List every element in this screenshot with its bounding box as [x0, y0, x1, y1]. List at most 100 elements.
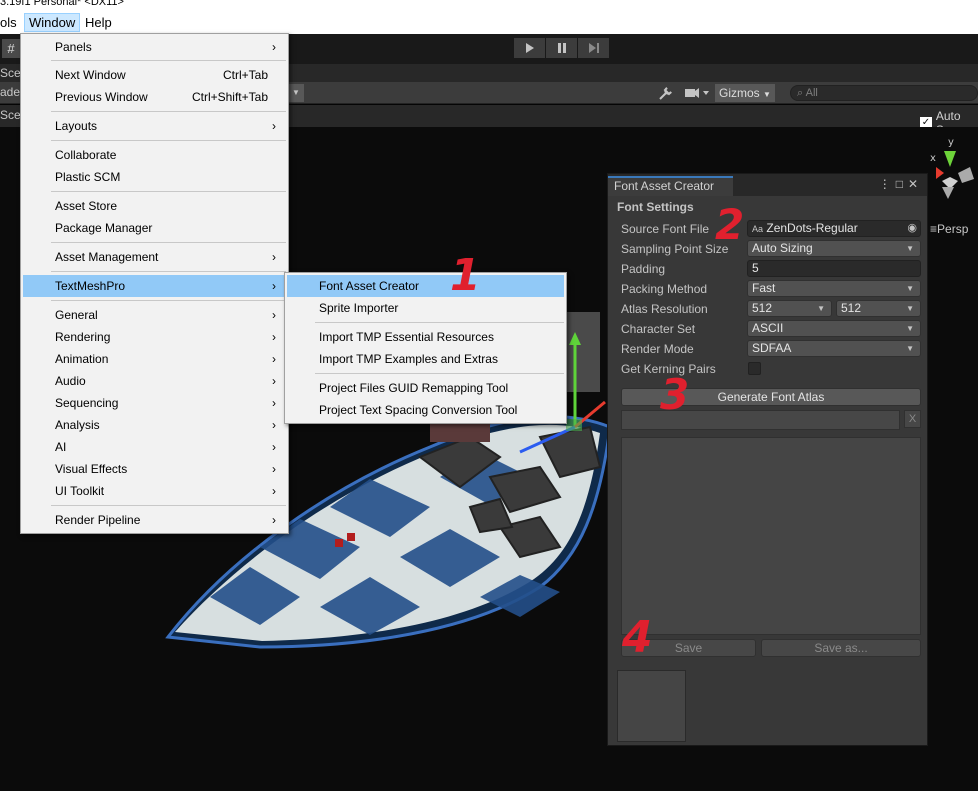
- character-set-dropdown[interactable]: ASCII: [747, 320, 921, 337]
- object-picker-icon[interactable]: ◉: [907, 221, 917, 236]
- padding-label: Padding: [621, 262, 666, 276]
- tools-icon[interactable]: [658, 84, 674, 102]
- packing-method-dropdown[interactable]: Fast: [747, 280, 921, 297]
- menu-separator: [51, 111, 286, 112]
- window-title: 3.19f1 Personal* <DX11>: [0, 0, 124, 8]
- step-button[interactable]: [578, 38, 610, 58]
- menu-item-package-manager[interactable]: Package Manager: [23, 217, 286, 239]
- textmeshpro-submenu: Font Asset Creator Sprite Importer Impor…: [284, 272, 567, 424]
- menu-separator: [51, 505, 286, 506]
- menu-separator: [51, 60, 286, 61]
- chevron-right-icon: ›: [272, 418, 276, 432]
- pause-button[interactable]: [546, 38, 578, 58]
- chevron-right-icon: ›: [272, 330, 276, 344]
- render-mode-dropdown[interactable]: SDFAA: [747, 340, 921, 357]
- character-set-label: Character Set: [621, 322, 696, 336]
- render-mode-label: Render Mode: [621, 342, 694, 356]
- menu-separator: [315, 322, 564, 323]
- chevron-down-icon: ▼: [763, 90, 771, 99]
- submenu-item-sprite-importer[interactable]: Sprite Importer: [287, 297, 564, 319]
- menu-item-render-pipeline[interactable]: Render Pipeline ›: [23, 509, 286, 531]
- menu-item-next-window[interactable]: Next Window Ctrl+Tab: [23, 64, 286, 86]
- pause-icon: [557, 43, 566, 53]
- chevron-right-icon: ›: [272, 308, 276, 322]
- font-asset-creator-tab[interactable]: Font Asset Creator: [608, 176, 733, 196]
- shading-mode-label[interactable]: ade: [0, 85, 20, 99]
- title-bar: 3.19f1 Personal* <DX11>: [0, 0, 978, 10]
- submenu-item-font-asset-creator[interactable]: Font Asset Creator: [287, 275, 564, 297]
- submenu-item-import-tmp-examples[interactable]: Import TMP Examples and Extras: [287, 348, 564, 370]
- svg-text:x: x: [930, 153, 936, 164]
- annotation-3: 3: [660, 370, 690, 419]
- annotation-2: 2: [715, 200, 745, 249]
- menu-item-asset-store[interactable]: Asset Store: [23, 195, 286, 217]
- menu-item-general[interactable]: General ›: [23, 304, 286, 326]
- menu-item-panels[interactable]: Panels ›: [23, 36, 286, 58]
- chevron-right-icon: ›: [272, 396, 276, 410]
- get-kerning-pairs-checkbox[interactable]: [748, 362, 761, 375]
- menu-item-ai[interactable]: AI ›: [23, 436, 286, 458]
- submenu-item-guid-remapping[interactable]: Project Files GUID Remapping Tool: [287, 377, 564, 399]
- unity-editor-screenshot: 3.19f1 Personal* <DX11> ols Window Help …: [0, 0, 978, 791]
- menu-item-audio[interactable]: Audio ›: [23, 370, 286, 392]
- menu-item-analysis[interactable]: Analysis ›: [23, 414, 286, 436]
- grid-icon[interactable]: #: [2, 39, 20, 58]
- svg-text:y: y: [948, 137, 954, 148]
- chevron-right-icon: ›: [272, 40, 276, 54]
- submenu-item-text-spacing-conversion[interactable]: Project Text Spacing Conversion Tool: [287, 399, 564, 421]
- scene-search-input[interactable]: ⌕ All: [790, 85, 978, 101]
- font-settings-heading: Font Settings: [617, 200, 694, 214]
- menu-item-animation[interactable]: Animation ›: [23, 348, 286, 370]
- gizmos-button[interactable]: Gizmos ▼: [715, 84, 775, 102]
- menu-separator: [315, 373, 564, 374]
- font-asset-creator-window: Font Asset Creator ⋮□✕ Font Settings Sou…: [607, 173, 928, 746]
- window-buttons: ⋮□✕: [879, 177, 923, 191]
- sampling-point-size-dropdown[interactable]: Auto Sizing: [747, 240, 921, 257]
- menu-item-sequencing[interactable]: Sequencing ›: [23, 392, 286, 414]
- chevron-right-icon: ›: [272, 119, 276, 133]
- chevron-right-icon: ›: [272, 352, 276, 366]
- menu-item-collaborate[interactable]: Collaborate: [23, 144, 286, 166]
- menu-tools[interactable]: ols: [0, 13, 21, 32]
- menu-separator: [51, 191, 286, 192]
- orientation-gizmo-icon[interactable]: y x: [928, 137, 978, 207]
- menu-help[interactable]: Help: [81, 13, 116, 32]
- menu-item-plastic-scm[interactable]: Plastic SCM: [23, 166, 286, 188]
- camera-icon[interactable]: [684, 84, 710, 102]
- chevron-right-icon: ›: [272, 250, 276, 264]
- window-tab-header: Font Asset Creator ⋮□✕: [608, 174, 927, 196]
- play-controls: [514, 38, 610, 58]
- menu-item-textmeshpro[interactable]: TextMeshPro ›: [23, 275, 286, 297]
- menu-item-previous-window[interactable]: Previous Window Ctrl+Shift+Tab: [23, 86, 286, 108]
- scene-tab-label[interactable]: Sce: [0, 66, 21, 80]
- menu-window[interactable]: Window: [24, 13, 81, 32]
- sampling-point-size-label: Sampling Point Size: [621, 242, 729, 256]
- menu-bar: ols Window Help: [0, 10, 978, 34]
- scene-label: Sce: [0, 108, 21, 122]
- save-as-button[interactable]: Save as...: [761, 639, 921, 657]
- menu-separator: [51, 140, 286, 141]
- menu-item-layouts[interactable]: Layouts ›: [23, 115, 286, 137]
- menu-item-visual-effects[interactable]: Visual Effects ›: [23, 458, 286, 480]
- chevron-right-icon: ›: [272, 374, 276, 388]
- atlas-width-dropdown[interactable]: 512: [747, 300, 832, 317]
- window-menu: Panels › Next Window Ctrl+Tab Previous Win…: [20, 33, 289, 534]
- source-font-file-label: Source Font File: [621, 222, 710, 236]
- close-icon[interactable]: ✕: [908, 177, 923, 191]
- maximize-icon[interactable]: □: [896, 177, 908, 191]
- menu-item-asset-management[interactable]: Asset Management ›: [23, 246, 286, 268]
- more-options-icon[interactable]: ⋮: [879, 177, 896, 191]
- padding-input[interactable]: 5: [747, 260, 921, 277]
- atlas-height-dropdown[interactable]: 512: [836, 300, 921, 317]
- source-font-file-field[interactable]: Aa ZenDots-Regular ◉: [747, 220, 921, 237]
- menu-separator: [51, 271, 286, 272]
- clear-button[interactable]: X: [904, 410, 921, 428]
- play-icon: [525, 43, 534, 53]
- play-button[interactable]: [514, 38, 546, 58]
- menu-item-rendering[interactable]: Rendering ›: [23, 326, 286, 348]
- menu-item-ui-toolkit[interactable]: UI Toolkit ›: [23, 480, 286, 502]
- step-icon: [588, 43, 599, 53]
- submenu-item-import-tmp-essential[interactable]: Import TMP Essential Resources: [287, 326, 564, 348]
- dropdown-arrow-icon[interactable]: ▼: [288, 84, 304, 102]
- persp-label[interactable]: ≡Persp: [930, 222, 968, 236]
